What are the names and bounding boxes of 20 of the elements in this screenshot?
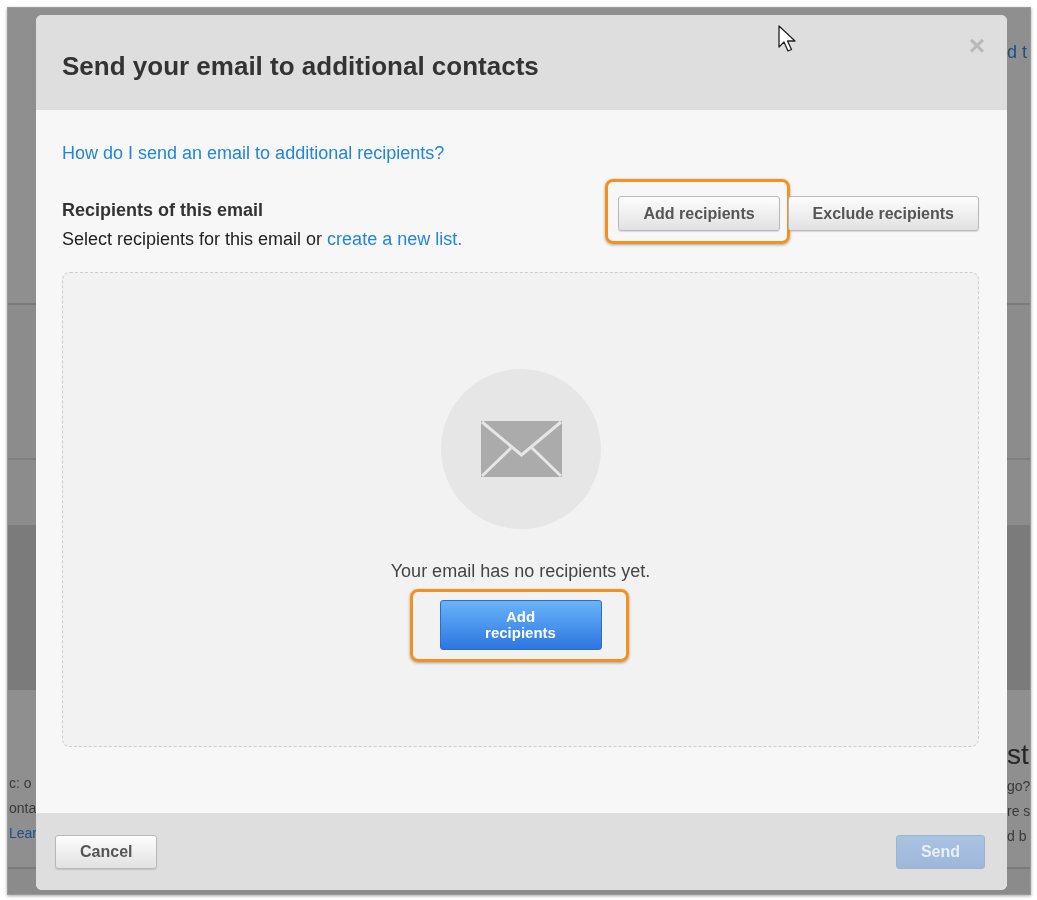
background-text: d t <box>1007 41 1027 63</box>
help-link[interactable]: How do I send an email to additional recipients? <box>62 142 445 164</box>
recipients-description: Select recipients for this email or create a new list. <box>62 228 463 250</box>
background-text: c: o <box>9 774 33 793</box>
dialog-title: Send your email to additional contacts <box>62 50 539 82</box>
cancel-button[interactable]: Cancel <box>55 835 158 869</box>
background-heading: st <box>1007 738 1030 772</box>
background-text: go? <box>1007 777 1030 796</box>
empty-state-message: Your email has no recipients yet. <box>390 560 651 582</box>
create-list-link[interactable]: create a new list. <box>327 229 463 249</box>
envelope-icon <box>440 369 601 529</box>
background-text: d b <box>1007 827 1028 846</box>
add-recipients-button[interactable]: Add recipients <box>618 196 780 231</box>
mouse-pointer-icon <box>778 25 797 52</box>
section-heading: Recipients of this email <box>62 199 265 221</box>
add-recipients-button[interactable]: Add recipients <box>439 600 602 650</box>
background-text: onta <box>9 799 38 818</box>
background-text: re s <box>1007 802 1030 821</box>
exclude-recipients-button[interactable]: Exclude recipients <box>787 196 979 231</box>
background-text: Lear <box>9 824 38 843</box>
